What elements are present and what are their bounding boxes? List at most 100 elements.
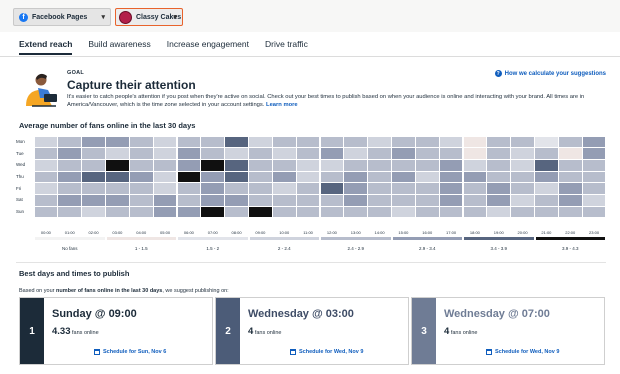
hour-label: 01:00 [64, 230, 75, 235]
heatmap-cell [535, 136, 558, 148]
best-times-title: Best days and times to publish [19, 269, 130, 278]
heatmap-cell [415, 195, 439, 206]
heatmap-cell [320, 195, 344, 206]
account-dropdown[interactable]: Classy Cakes ▾ [115, 8, 183, 26]
heatmap-cell [439, 183, 463, 195]
hour-label: 08:00 [231, 230, 242, 235]
heatmap-cell [344, 195, 368, 206]
heatmap-cell [558, 159, 582, 171]
heatmap-cell [344, 148, 368, 159]
heatmap-cell [82, 183, 105, 195]
heatmap-cell [272, 171, 296, 183]
fans-count: 4 [444, 326, 450, 337]
heatmap-cell [82, 195, 105, 206]
heatmap-cell [463, 183, 487, 195]
heatmap-cell [129, 183, 153, 195]
hour-label: 22:00 [565, 230, 576, 235]
heatmap-cell [153, 183, 177, 195]
tab-extend-reach[interactable]: Extend reach [19, 39, 73, 55]
schedule-label: Schedule for Wed, Nov 9 [299, 349, 364, 355]
heatmap-cell [368, 195, 391, 206]
heatmap-cell [463, 148, 487, 159]
heatmap-cell [82, 136, 105, 148]
schedule-link[interactable]: Schedule for Wed, Nov 9 [486, 349, 559, 355]
chevron-down-icon: ▾ [173, 14, 177, 21]
legend-swatch [178, 237, 248, 240]
heatmap-cell [129, 148, 153, 159]
day-label-sat: Sat [16, 197, 23, 203]
heatmap-cell [106, 171, 129, 183]
legend-label: 3.9 - 4.3 [561, 246, 579, 251]
hour-label: 14:00 [374, 230, 385, 235]
heatmap-cell [296, 195, 320, 206]
calendar-icon [94, 349, 100, 355]
heatmap-cell [535, 183, 558, 195]
heatmap-cell [58, 171, 82, 183]
heatmap-cell [320, 136, 344, 148]
fans-online-value: 4 fans online [248, 326, 281, 337]
heatmap-cell [582, 159, 606, 171]
heatmap-cell [392, 171, 415, 183]
heatmap-cell [201, 159, 225, 171]
heatmap-cell [225, 148, 248, 159]
how-we-calculate-label: How we calculate your suggestions [504, 70, 606, 77]
heatmap-cell [177, 159, 201, 171]
fans-online-value: 4.33 fans online [52, 326, 99, 337]
best-times-intro: Based on your number of fans online in t… [19, 288, 229, 294]
heatmap-cell [511, 148, 534, 159]
heatmap-cell [58, 183, 82, 195]
legend-swatch [35, 237, 105, 240]
hour-label: 06:00 [183, 230, 194, 235]
fans-online-value: 4 fans online [444, 326, 477, 337]
heatmap-cell [415, 148, 439, 159]
schedule-link[interactable]: Schedule for Sun, Nov 6 [94, 349, 166, 355]
heatmap-cell [177, 183, 201, 195]
learn-more-link[interactable]: Learn more [266, 102, 298, 108]
person-with-laptop-illustration [26, 73, 57, 107]
day-label-wed: Wed [16, 162, 26, 168]
heatmap-cell [296, 206, 320, 218]
heatmap-cell [487, 195, 511, 206]
day-label-tue: Tue [16, 150, 24, 156]
heatmap-cell [558, 171, 582, 183]
calendar-icon [486, 349, 492, 355]
tab-build-awareness[interactable]: Build awareness [88, 39, 150, 55]
section-divider [16, 262, 606, 263]
heatmap-cell [296, 159, 320, 171]
heatmap-cell [201, 148, 225, 159]
heatmap-cell [582, 195, 606, 206]
heatmap-cell [177, 171, 201, 183]
heatmap-cell [296, 136, 320, 148]
heatmap-cell [368, 206, 391, 218]
heatmap-cell [249, 171, 272, 183]
card-title: Wednesday @ 03:00 [248, 308, 354, 320]
network-dropdown[interactable]: f Facebook Pages ▾ [13, 8, 111, 26]
heatmap-cell [177, 148, 201, 159]
heatmap-cell [415, 206, 439, 218]
heatmap-cell [249, 183, 272, 195]
legend-swatch [535, 237, 605, 240]
how-we-calculate-link[interactable]: ? How we calculate your suggestions [494, 70, 606, 77]
heatmap-cell [320, 148, 344, 159]
heatmap-cell [272, 136, 296, 148]
heatmap-cell [82, 159, 105, 171]
heatmap-cell [558, 183, 582, 195]
schedule-link[interactable]: Schedule for Wed, Nov 9 [290, 349, 363, 355]
tab-increase-engagement[interactable]: Increase engagement [167, 39, 249, 55]
heatmap-cell [582, 148, 606, 159]
fans-count: 4.33 [52, 326, 71, 337]
hour-label: 07:00 [207, 230, 218, 235]
day-label-sun: Sun [16, 209, 25, 215]
heatmap-cell [558, 136, 582, 148]
heatmap-cell [58, 195, 82, 206]
heatmap-cell [272, 206, 296, 218]
tab-drive-traffic[interactable]: Drive traffic [265, 39, 308, 55]
fans-count: 4 [248, 326, 254, 337]
heatmap-cell [344, 136, 368, 148]
heatmap-cell [582, 171, 606, 183]
goal-description: It's easier to catch people's attention … [67, 93, 603, 109]
heatmap-cell [249, 159, 272, 171]
heatmap-cell [463, 171, 487, 183]
chevron-down-icon: ▾ [101, 14, 105, 21]
heatmap-cell [34, 148, 58, 159]
